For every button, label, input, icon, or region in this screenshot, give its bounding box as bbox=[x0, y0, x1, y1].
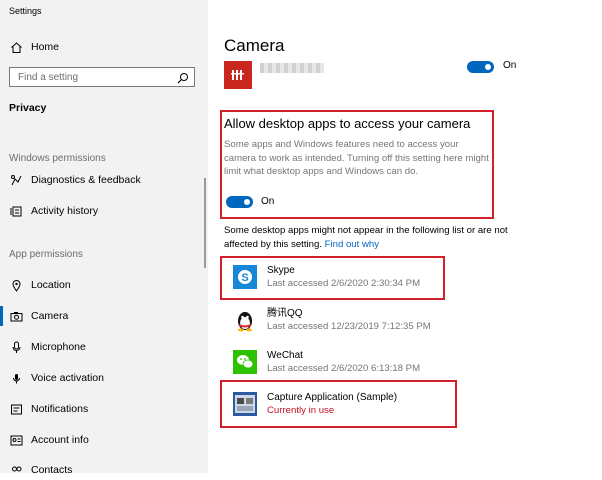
app-camera-toggle-state: On bbox=[503, 60, 517, 71]
selected-indicator bbox=[0, 306, 3, 326]
sidebar-item-label: Notifications bbox=[31, 403, 89, 415]
sidebar-item-label: Microphone bbox=[31, 341, 86, 353]
app-last-accessed: Last accessed 2/6/2020 6:13:18 PM bbox=[267, 363, 421, 374]
app-list-item-skype: S Skype Last accessed 2/6/2020 2:30:34 P… bbox=[233, 262, 420, 292]
sidebar: Settings Home Find a setting Privacy Win… bbox=[0, 0, 208, 476]
sidebar-item-label: Activity history bbox=[31, 205, 99, 217]
capture-app-icon bbox=[233, 392, 257, 416]
app-last-accessed: Last accessed 2/6/2020 2:30:34 PM bbox=[267, 278, 421, 289]
desktop-apps-description: Some apps and Windows features need to a… bbox=[224, 139, 489, 177]
search-input[interactable]: Find a setting bbox=[9, 67, 195, 87]
app-in-use-status: Currently in use bbox=[267, 405, 335, 416]
window-title: Settings bbox=[9, 6, 42, 16]
notifications-icon bbox=[9, 402, 23, 416]
sidebar-item-contacts[interactable]: Contacts bbox=[9, 460, 72, 480]
sidebar-item-label: Account info bbox=[31, 434, 89, 446]
home-nav-item[interactable]: Home bbox=[9, 37, 59, 57]
activity-history-icon bbox=[9, 204, 23, 218]
app-name: WeChat bbox=[267, 350, 303, 361]
app-last-accessed: Last accessed 12/23/2019 7:12:35 PM bbox=[267, 321, 431, 332]
main-content: Camera On Allow desktop apps to access y… bbox=[208, 0, 602, 473]
location-icon bbox=[9, 278, 23, 292]
home-label: Home bbox=[31, 41, 60, 53]
sidebar-item-label: Diagnostics & feedback bbox=[31, 174, 141, 186]
wechat-icon bbox=[233, 350, 257, 374]
privacy-title: Privacy bbox=[9, 102, 47, 114]
search-placeholder: Find a setting bbox=[18, 72, 79, 83]
desktop-apps-note: Some desktop apps might not appear in th… bbox=[224, 224, 514, 251]
windows-permissions-label: Windows permissions bbox=[9, 153, 106, 164]
home-icon bbox=[9, 40, 23, 54]
app-list-item-wechat: WeChat Last accessed 2/6/2020 6:13:18 PM bbox=[233, 347, 420, 377]
qq-icon bbox=[233, 308, 257, 332]
sidebar-item-camera[interactable]: Camera bbox=[9, 306, 68, 326]
app-list-item-qq: 腾讯QQ Last accessed 12/23/2019 7:12:35 PM bbox=[233, 305, 431, 335]
sidebar-item-account-info[interactable]: Account info bbox=[9, 430, 89, 450]
app-name: 腾讯QQ bbox=[267, 308, 303, 319]
skype-icon: S bbox=[233, 265, 257, 289]
sidebar-item-location[interactable]: Location bbox=[9, 275, 71, 295]
sidebar-item-notifications[interactable]: Notifications bbox=[9, 399, 88, 419]
sidebar-item-label: Camera bbox=[31, 310, 69, 322]
sidebar-item-diagnostics[interactable]: Diagnostics & feedback bbox=[9, 170, 141, 190]
app-permissions-label: App permissions bbox=[9, 249, 83, 260]
contacts-icon bbox=[9, 463, 23, 477]
obscured-app-name bbox=[260, 63, 324, 73]
sidebar-item-label: Location bbox=[31, 279, 71, 291]
svg-text:S: S bbox=[241, 272, 248, 284]
sidebar-item-activity-history[interactable]: Activity history bbox=[9, 201, 98, 221]
app-camera-toggle[interactable] bbox=[467, 61, 494, 73]
voice-activation-icon bbox=[9, 371, 23, 385]
sidebar-scrollbar[interactable] bbox=[204, 178, 206, 268]
desktop-apps-toggle-state: On bbox=[261, 196, 275, 207]
desktop-apps-toggle[interactable] bbox=[226, 196, 253, 208]
sidebar-item-label: Voice activation bbox=[31, 372, 104, 384]
diagnostics-icon bbox=[9, 173, 23, 187]
page-title: Camera bbox=[224, 36, 285, 55]
app-name: Skype bbox=[267, 265, 295, 276]
sidebar-item-label: Contacts bbox=[31, 464, 73, 476]
sidebar-item-voice-activation[interactable]: Voice activation bbox=[9, 368, 104, 388]
search-icon[interactable] bbox=[177, 71, 189, 84]
app-name: Capture Application (Sample) bbox=[267, 392, 398, 403]
desktop-apps-heading: Allow desktop apps to access your camera bbox=[224, 116, 471, 131]
camera-icon bbox=[9, 309, 23, 323]
sidebar-item-microphone[interactable]: Microphone bbox=[9, 337, 86, 357]
app-tile-icon bbox=[224, 61, 252, 89]
microphone-icon bbox=[9, 340, 23, 354]
account-info-icon bbox=[9, 433, 23, 447]
find-out-why-link[interactable]: Find out why bbox=[325, 239, 379, 250]
app-list-item-capture-application: Capture Application (Sample) Currently i… bbox=[233, 389, 397, 419]
